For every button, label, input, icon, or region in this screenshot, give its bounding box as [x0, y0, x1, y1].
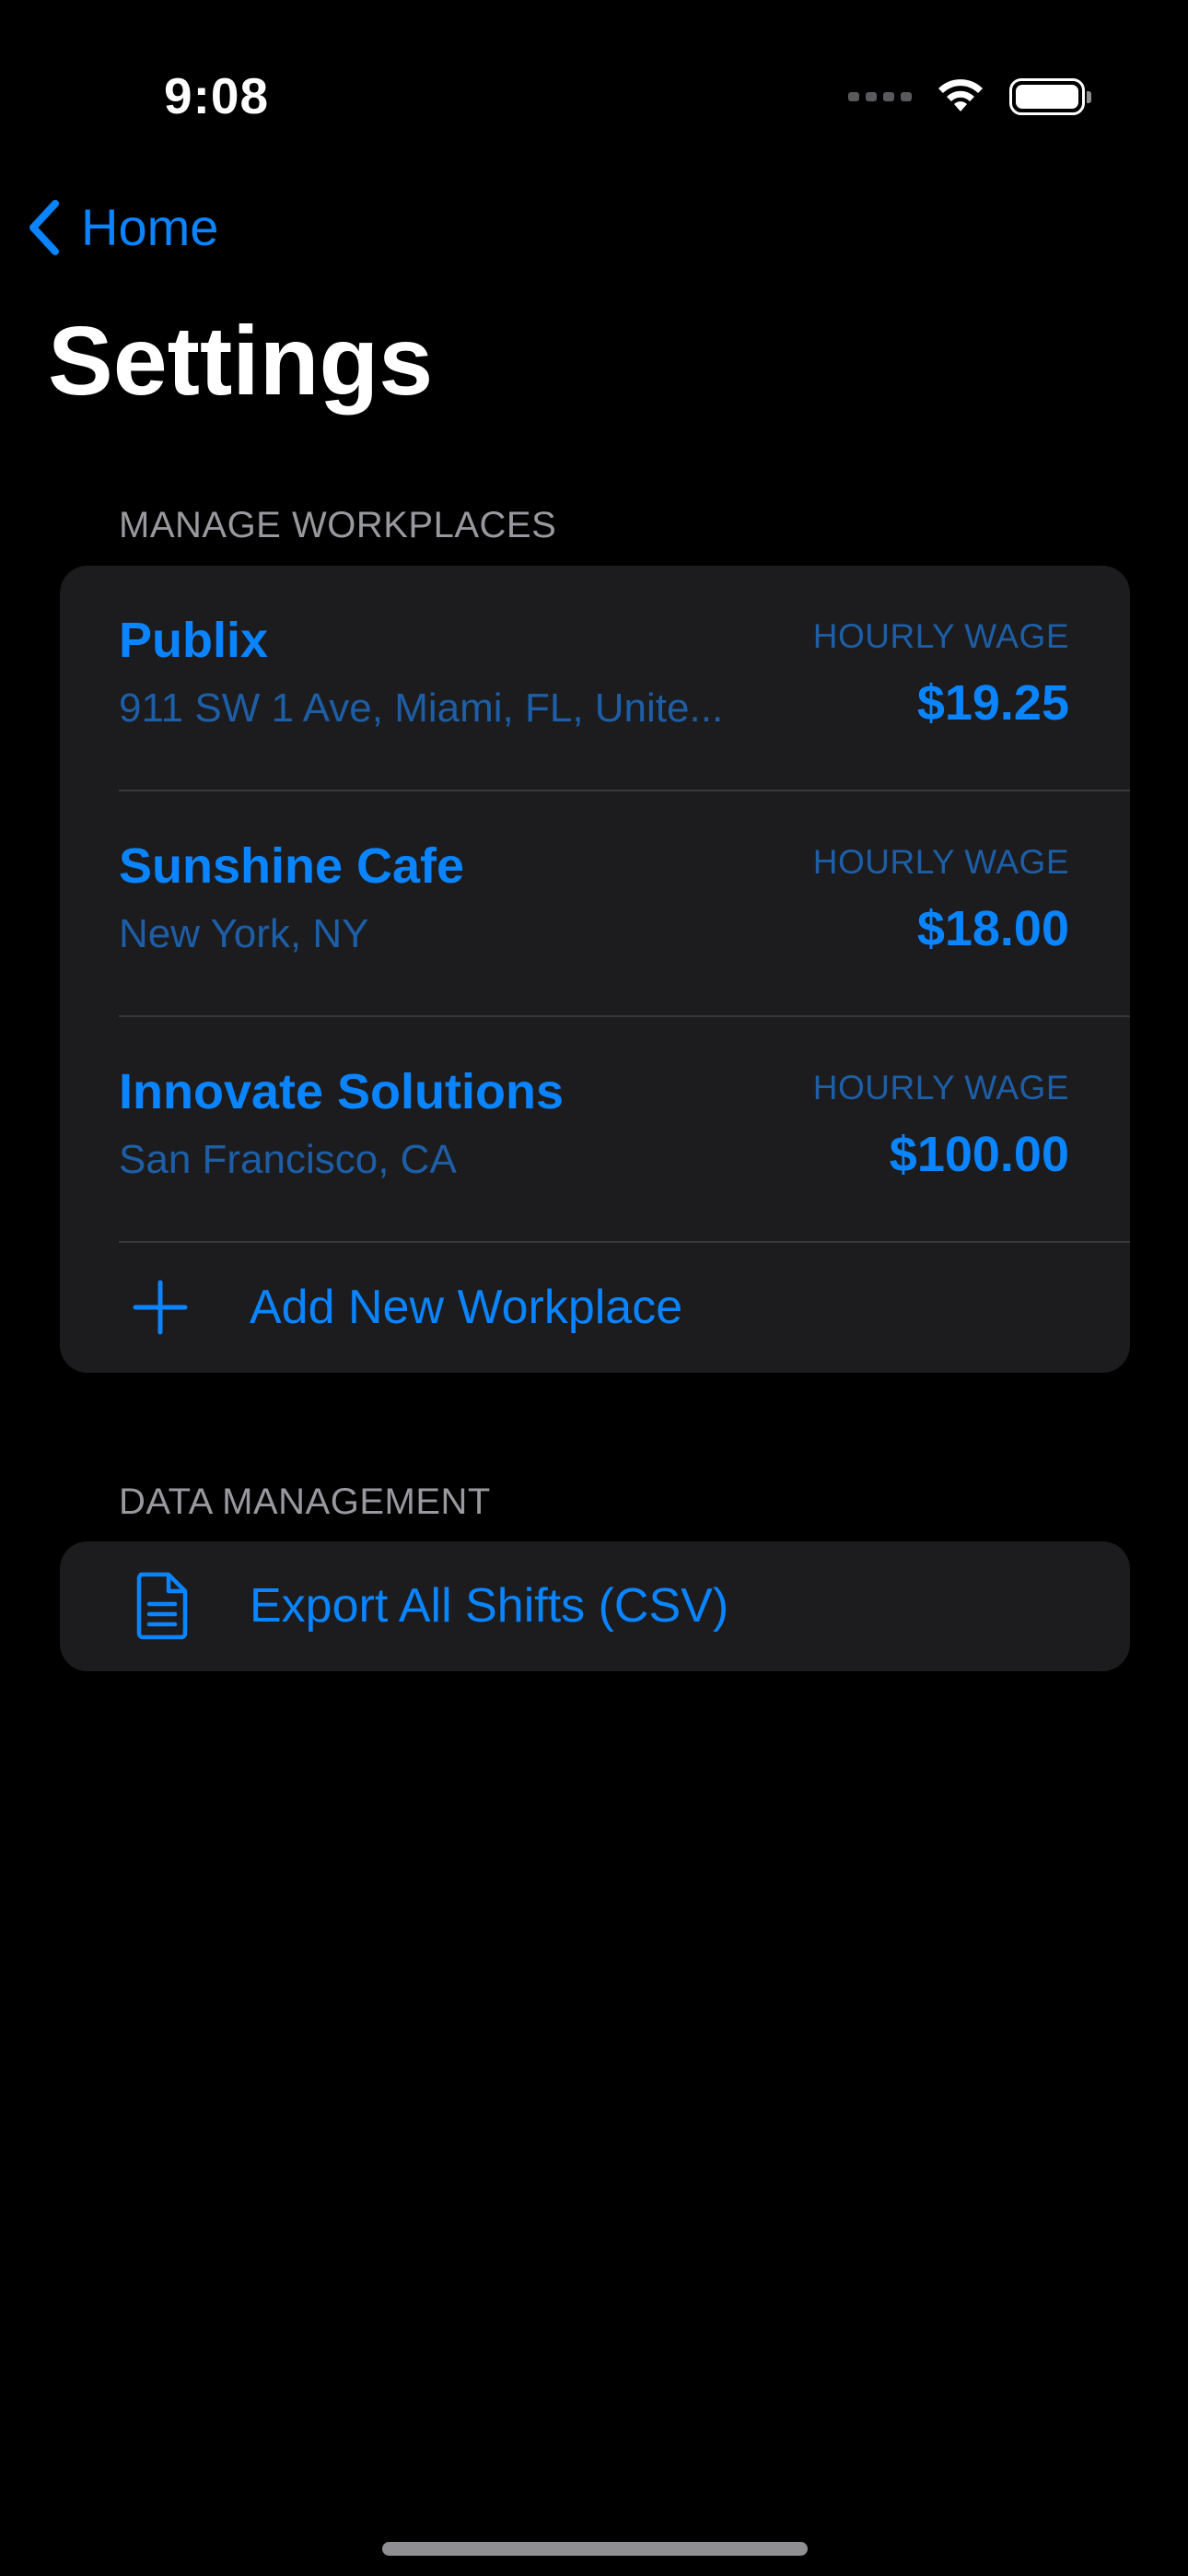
add-workplace-button[interactable]: Add New Workplace [60, 1243, 1130, 1372]
hourly-wage-label: HOURLY WAGE [812, 1069, 1069, 1107]
data-management-card: Export All Shifts (CSV) [60, 1541, 1130, 1671]
plus-icon [133, 1280, 188, 1335]
workplace-row-sunshine-cafe[interactable]: Sunshine Cafe New York, NY HOURLY WAGE $… [60, 791, 1130, 1017]
status-time: 9:08 [164, 67, 270, 124]
section-header-workplaces: MANAGE WORKPLACES [119, 505, 557, 545]
back-button-label: Home [81, 198, 219, 256]
status-icons [848, 74, 1091, 120]
workplace-name: Sunshine Cafe [119, 838, 465, 894]
hourly-wage-value: $18.00 [916, 901, 1069, 956]
workplace-address: New York, NY [119, 911, 369, 956]
workplace-address: 911 SW 1 Ave, Miami, FL, Unite... [119, 685, 724, 731]
add-workplace-label: Add New Workplace [250, 1281, 683, 1334]
workplace-name: Publix [119, 613, 269, 668]
workplace-name: Innovate Solutions [119, 1064, 565, 1119]
hourly-wage-value: $100.00 [889, 1127, 1069, 1182]
page-title: Settings [48, 307, 434, 416]
hourly-wage-label: HOURLY WAGE [812, 617, 1069, 655]
back-button[interactable]: Home [26, 197, 218, 257]
export-shifts-button[interactable]: Export All Shifts (CSV) [60, 1541, 1130, 1670]
wifi-icon [938, 79, 983, 111]
workplace-row-innovate-solutions[interactable]: Innovate Solutions San Francisco, CA HOU… [60, 1017, 1130, 1243]
workplaces-card: Publix 911 SW 1 Ave, Miami, FL, Unite...… [60, 566, 1130, 1373]
hourly-wage-label: HOURLY WAGE [812, 843, 1069, 881]
cellular-signal-icon [848, 92, 912, 101]
home-indicator[interactable] [382, 2542, 808, 2556]
hourly-wage-value: $19.25 [916, 675, 1069, 731]
battery-icon [1009, 78, 1091, 115]
chevron-left-icon [29, 199, 59, 255]
section-header-data-management: DATA MANAGEMENT [119, 1481, 491, 1522]
workplace-row-publix[interactable]: Publix 911 SW 1 Ave, Miami, FL, Unite...… [60, 566, 1130, 791]
document-icon [136, 1572, 188, 1640]
export-shifts-label: Export All Shifts (CSV) [250, 1579, 729, 1633]
workplace-address: San Francisco, CA [119, 1137, 457, 1182]
